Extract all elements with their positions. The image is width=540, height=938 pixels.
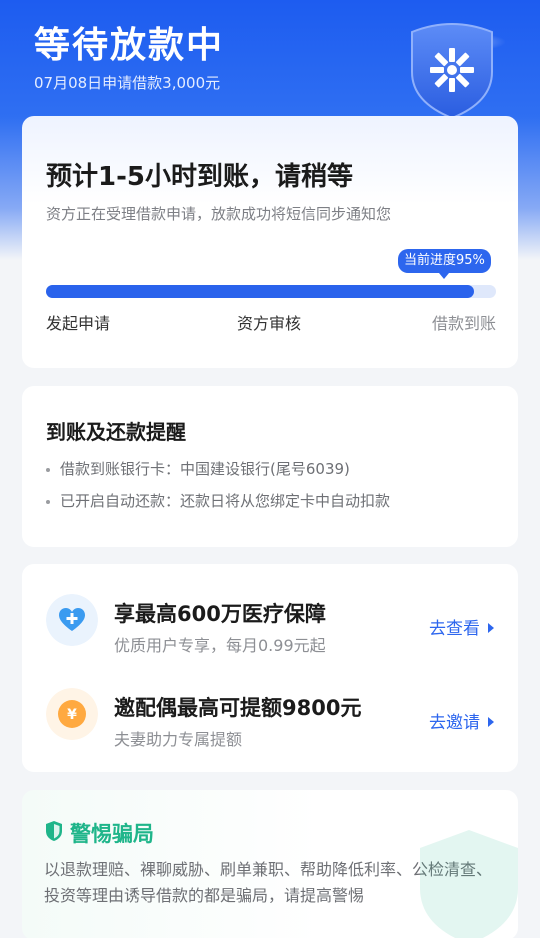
eta-title: 预计1-5小时到账，请稍等	[46, 162, 353, 192]
step-review: 资方审核	[237, 314, 302, 333]
fraud-warning-title: 警惕骗局	[70, 822, 154, 846]
fraud-warning-card: 警惕骗局 以退款理赔、裸聊威胁、刷单兼职、帮助降低利率、公检清查、投资等理由诱导…	[22, 790, 518, 938]
offer-invite-spouse[interactable]: ¥ 邀配偶最高可提额9800元 夫妻助力专属提额 去邀请	[22, 668, 518, 762]
view-offer-button[interactable]: 去查看	[429, 614, 494, 639]
heart-plus-icon	[46, 594, 98, 646]
bullet-icon	[46, 499, 50, 504]
offer-subtitle: 优质用户专享，每月0.99元起	[114, 636, 326, 655]
offer-title: 邀配偶最高可提额9800元	[114, 696, 362, 720]
step-apply: 发起申请	[46, 314, 111, 333]
reminder-text: 借款到账银行卡：中国建设银行(尾号6039)	[60, 460, 350, 478]
progress-bar-fill	[46, 285, 474, 298]
shield-logo-icon	[410, 23, 506, 120]
view-offer-label: 去查看	[429, 619, 480, 639]
offer-subtitle: 夫妻助力专属提额	[114, 730, 243, 749]
shield-watermark-icon	[420, 830, 518, 938]
invite-label: 去邀请	[429, 713, 480, 733]
progress-card: 预计1-5小时到账，请稍等 资方正在受理借款申请，放款成功将短信同步通知您 当前…	[22, 116, 518, 368]
bullet-icon	[46, 467, 50, 472]
reminder-item-autopay: 已开启自动还款：还款日将从您绑定卡中自动扣款	[46, 490, 390, 511]
reminder-text: 已开启自动还款：还款日将从您绑定卡中自动扣款	[60, 492, 391, 510]
reminder-item-bank: 借款到账银行卡：中国建设银行(尾号6039)	[46, 458, 350, 479]
triangle-right-icon	[488, 717, 494, 727]
page-title: 等待放款中	[34, 25, 225, 66]
invite-button[interactable]: 去邀请	[429, 708, 494, 733]
offer-medical[interactable]: 享最高600万医疗保障 优质用户专享，每月0.99元起 去查看	[22, 574, 518, 668]
shield-check-icon	[46, 821, 62, 841]
yen-coin-icon: ¥	[46, 688, 98, 740]
progress-bar	[46, 285, 496, 298]
reminder-card: 到账及还款提醒 借款到账银行卡：中国建设银行(尾号6039) 已开启自动还款：还…	[22, 386, 518, 547]
offers-card: 享最高600万医疗保障 优质用户专享，每月0.99元起 去查看 ¥ 邀配偶最高可…	[22, 564, 518, 772]
application-summary: 07月08日申请借款3,000元	[34, 74, 221, 92]
reminder-title: 到账及还款提醒	[46, 420, 186, 444]
eta-description: 资方正在受理借款申请，放款成功将短信同步通知您	[46, 205, 392, 223]
progress-badge: 当前进度95%	[398, 249, 491, 279]
offer-title: 享最高600万医疗保障	[114, 602, 326, 626]
svg-text:¥: ¥	[67, 707, 77, 723]
triangle-right-icon	[488, 623, 494, 633]
step-disbursed: 借款到账	[431, 314, 496, 333]
